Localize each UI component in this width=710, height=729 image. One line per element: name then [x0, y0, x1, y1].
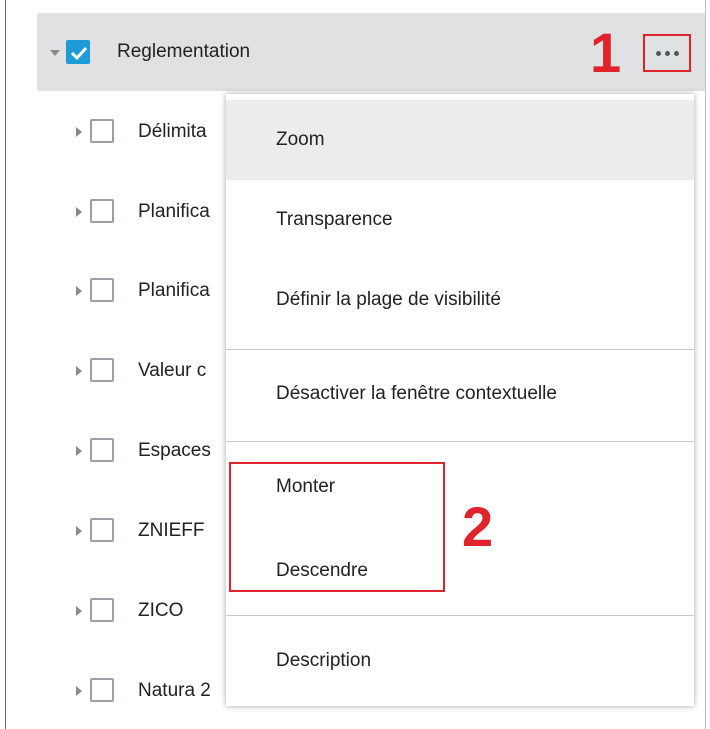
more-options-button[interactable] [643, 34, 691, 72]
layer-label: Valeur c [138, 360, 207, 381]
expand-caret-icon[interactable] [76, 606, 82, 616]
layer-label: Natura 2 [138, 680, 211, 701]
layer-label: Planifica [138, 201, 210, 222]
panel-right-border [705, 0, 706, 729]
menu-item-zoom[interactable]: Zoom [226, 100, 694, 180]
expand-caret-icon[interactable] [76, 686, 82, 696]
expand-caret-icon[interactable] [76, 526, 82, 536]
layer-checkbox[interactable] [90, 119, 114, 143]
annotation-number-1: 1 [590, 21, 622, 84]
layer-checkbox[interactable] [90, 358, 114, 382]
layer-checkbox[interactable] [90, 438, 114, 462]
collapse-caret-icon[interactable] [50, 50, 60, 56]
layer-checkbox[interactable] [90, 678, 114, 702]
layer-checkbox[interactable] [90, 518, 114, 542]
layer-label: Espaces [138, 440, 211, 461]
layer-checkbox[interactable] [90, 278, 114, 302]
layer-label: ZNIEFF [138, 520, 205, 541]
expand-caret-icon[interactable] [76, 286, 82, 296]
expand-caret-icon[interactable] [76, 446, 82, 456]
menu-item-transparence[interactable]: Transparence [226, 180, 694, 260]
layer-label: Délimita [138, 121, 207, 142]
annotation-number-2: 2 [462, 495, 494, 558]
layer-label: Planifica [138, 280, 210, 301]
panel-left-border [5, 0, 6, 729]
ellipsis-dot [673, 50, 679, 56]
ellipsis-dot [664, 50, 670, 56]
menu-item-visibility-range[interactable]: Définir la plage de visibilité [226, 260, 694, 340]
group-label: Reglementation [117, 41, 251, 62]
group-checkbox[interactable] [66, 40, 90, 64]
layer-checkbox[interactable] [90, 598, 114, 622]
ellipsis-icon [655, 50, 661, 56]
menu-separator [226, 349, 694, 350]
menu-item-description[interactable]: Description [226, 622, 694, 700]
layer-checkbox[interactable] [90, 199, 114, 223]
menu-item-disable-popup[interactable]: Désactiver la fenêtre contextuelle [226, 354, 694, 434]
checkmark-icon [70, 46, 88, 61]
menu-separator [226, 615, 694, 616]
expand-caret-icon[interactable] [76, 366, 82, 376]
expand-caret-icon[interactable] [76, 207, 82, 217]
menu-separator [226, 441, 694, 442]
expand-caret-icon[interactable] [76, 127, 82, 137]
context-menu: Zoom Transparence Définir la plage de vi… [226, 94, 694, 706]
layer-label: ZICO [138, 600, 184, 621]
annotation-highlight-box [229, 462, 445, 592]
